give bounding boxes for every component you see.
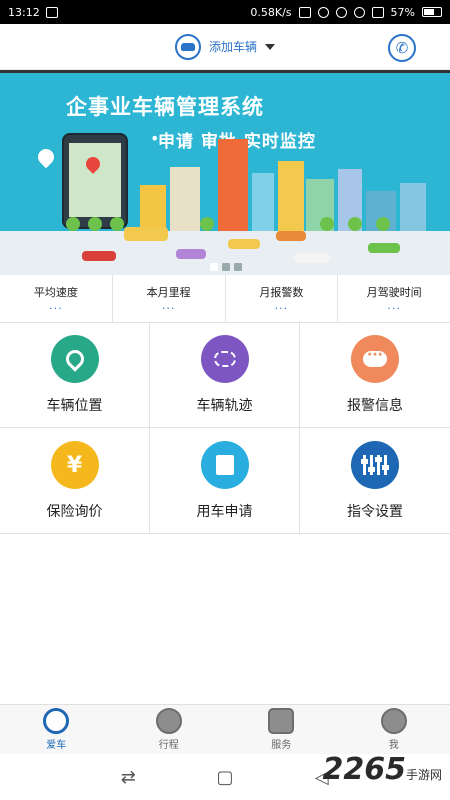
yuan-icon: ¥ bbox=[50, 441, 99, 489]
car-illustration bbox=[276, 231, 306, 241]
feature-label: 车辆轨迹 bbox=[196, 398, 253, 414]
screen-record-icon bbox=[45, 6, 58, 18]
cast-icon bbox=[298, 6, 311, 18]
tab-label: 行程 bbox=[158, 740, 179, 751]
steering-wheel-icon bbox=[43, 708, 70, 734]
promo-banner[interactable]: 企事业车辆管理系统 • 申请 审批 实时监控 bbox=[0, 70, 450, 275]
taxi-illustration bbox=[228, 239, 260, 249]
status-bar: 13:12 0.58K/s 57% bbox=[0, 0, 450, 24]
phone-illustration bbox=[62, 133, 128, 229]
stat-label: 月报警数 bbox=[259, 286, 304, 299]
stats-bar: 平均速度 ··· 本月里程 ··· 月报警数 ··· 月驾驶时间 ··· bbox=[0, 275, 450, 323]
car-illustration bbox=[368, 243, 400, 253]
tree-illustration bbox=[348, 217, 362, 231]
home-button[interactable]: ▢ bbox=[210, 767, 240, 788]
banner-title: 企事业车辆管理系统 bbox=[66, 95, 264, 119]
command-settings-button[interactable]: 指令设置 bbox=[300, 428, 450, 534]
vehicle-location-button[interactable]: 车辆位置 bbox=[0, 323, 150, 428]
location-status-icon bbox=[317, 6, 329, 18]
profile-icon bbox=[380, 708, 407, 734]
building-illustration bbox=[400, 183, 426, 231]
watermark-brand: 2265 bbox=[322, 752, 406, 787]
signal-icon bbox=[371, 6, 384, 18]
feature-label: 车辆位置 bbox=[46, 398, 103, 414]
tree-illustration bbox=[376, 217, 390, 231]
feature-label: 保险询价 bbox=[46, 504, 103, 520]
map-pin-icon bbox=[34, 145, 58, 169]
chevron-down-icon bbox=[265, 43, 275, 50]
vehicle-track-button[interactable]: 车辆轨迹 bbox=[150, 323, 300, 428]
stat-label: 本月里程 bbox=[146, 286, 191, 299]
ambulance-illustration bbox=[294, 253, 330, 263]
tree-illustration bbox=[200, 217, 214, 231]
feature-label: 指令设置 bbox=[347, 504, 403, 520]
recent-apps-button[interactable]: ⇄ bbox=[113, 767, 143, 788]
watermark-suffix: 手游网 bbox=[405, 768, 442, 782]
tree-illustration bbox=[66, 217, 80, 231]
insurance-quote-button[interactable]: ¥ 保险询价 bbox=[0, 428, 150, 534]
stat-average-speed[interactable]: 平均速度 ··· bbox=[0, 275, 113, 322]
stat-value: ··· bbox=[274, 302, 289, 315]
vehicle-apply-icon bbox=[200, 441, 249, 489]
feature-label: 报警信息 bbox=[347, 398, 403, 414]
car-illustration bbox=[176, 249, 206, 259]
banner-pager bbox=[210, 263, 242, 271]
car-icon bbox=[174, 33, 201, 60]
stat-monthly-driving-time[interactable]: 月驾驶时间 ··· bbox=[338, 275, 450, 322]
bottom-navigation: 爱车 行程 服务 我 bbox=[0, 704, 450, 754]
tab-label: 服务 bbox=[271, 740, 292, 751]
add-vehicle-label: 添加车辆 bbox=[208, 40, 257, 54]
building-illustration bbox=[140, 185, 166, 231]
tab-me[interactable]: 我 bbox=[338, 705, 450, 754]
stat-value: ··· bbox=[49, 302, 63, 315]
stat-monthly-mileage[interactable]: 本月里程 ··· bbox=[113, 275, 226, 322]
car-illustration bbox=[82, 251, 116, 261]
network-speed: 0.58K/s bbox=[250, 5, 292, 19]
add-vehicle-selector[interactable]: 添加车辆 bbox=[174, 33, 275, 60]
track-icon bbox=[200, 335, 249, 383]
tab-car[interactable]: 爱车 bbox=[0, 705, 113, 754]
phone-icon[interactable]: ✆ bbox=[388, 34, 416, 62]
tree-illustration bbox=[320, 217, 334, 231]
pager-dot bbox=[234, 263, 242, 271]
tab-trip[interactable]: 行程 bbox=[113, 705, 226, 754]
mute-icon bbox=[335, 6, 347, 18]
building-illustration bbox=[278, 161, 304, 231]
pager-dot bbox=[210, 263, 218, 271]
stat-label: 月驾驶时间 bbox=[366, 286, 422, 299]
building-illustration bbox=[252, 173, 274, 231]
bus-illustration bbox=[124, 227, 168, 241]
app-header: 添加车辆 ✆ bbox=[0, 24, 450, 70]
stat-monthly-alarms[interactable]: 月报警数 ··· bbox=[226, 275, 339, 322]
tree-illustration bbox=[88, 217, 102, 231]
stat-value: ··· bbox=[387, 302, 401, 315]
trip-icon bbox=[155, 708, 182, 734]
feature-grid: 车辆位置 车辆轨迹 报警信息 ¥ 保险询价 用车申请 指令设置 bbox=[0, 323, 450, 534]
stat-value: ··· bbox=[161, 302, 176, 315]
feature-label: 用车申请 bbox=[196, 504, 253, 520]
location-icon bbox=[50, 335, 99, 383]
wifi-icon bbox=[353, 6, 365, 18]
tab-service[interactable]: 服务 bbox=[225, 705, 338, 754]
service-icon bbox=[268, 708, 295, 734]
building-illustration bbox=[218, 139, 248, 231]
site-watermark: 2265手游网 bbox=[322, 752, 442, 787]
battery-icon bbox=[422, 7, 442, 17]
tab-label: 爱车 bbox=[46, 740, 67, 751]
alarm-info-button[interactable]: 报警信息 bbox=[300, 323, 450, 428]
battery-percent: 57% bbox=[390, 5, 415, 19]
stat-label: 平均速度 bbox=[33, 286, 78, 299]
pager-dot bbox=[222, 263, 230, 271]
building-illustration bbox=[170, 167, 200, 231]
tab-label: 我 bbox=[388, 740, 399, 751]
alarm-message-icon bbox=[351, 335, 399, 383]
tree-illustration bbox=[110, 217, 124, 231]
command-settings-icon bbox=[351, 441, 399, 489]
status-time: 13:12 bbox=[8, 5, 40, 19]
vehicle-apply-button[interactable]: 用车申请 bbox=[150, 428, 300, 534]
